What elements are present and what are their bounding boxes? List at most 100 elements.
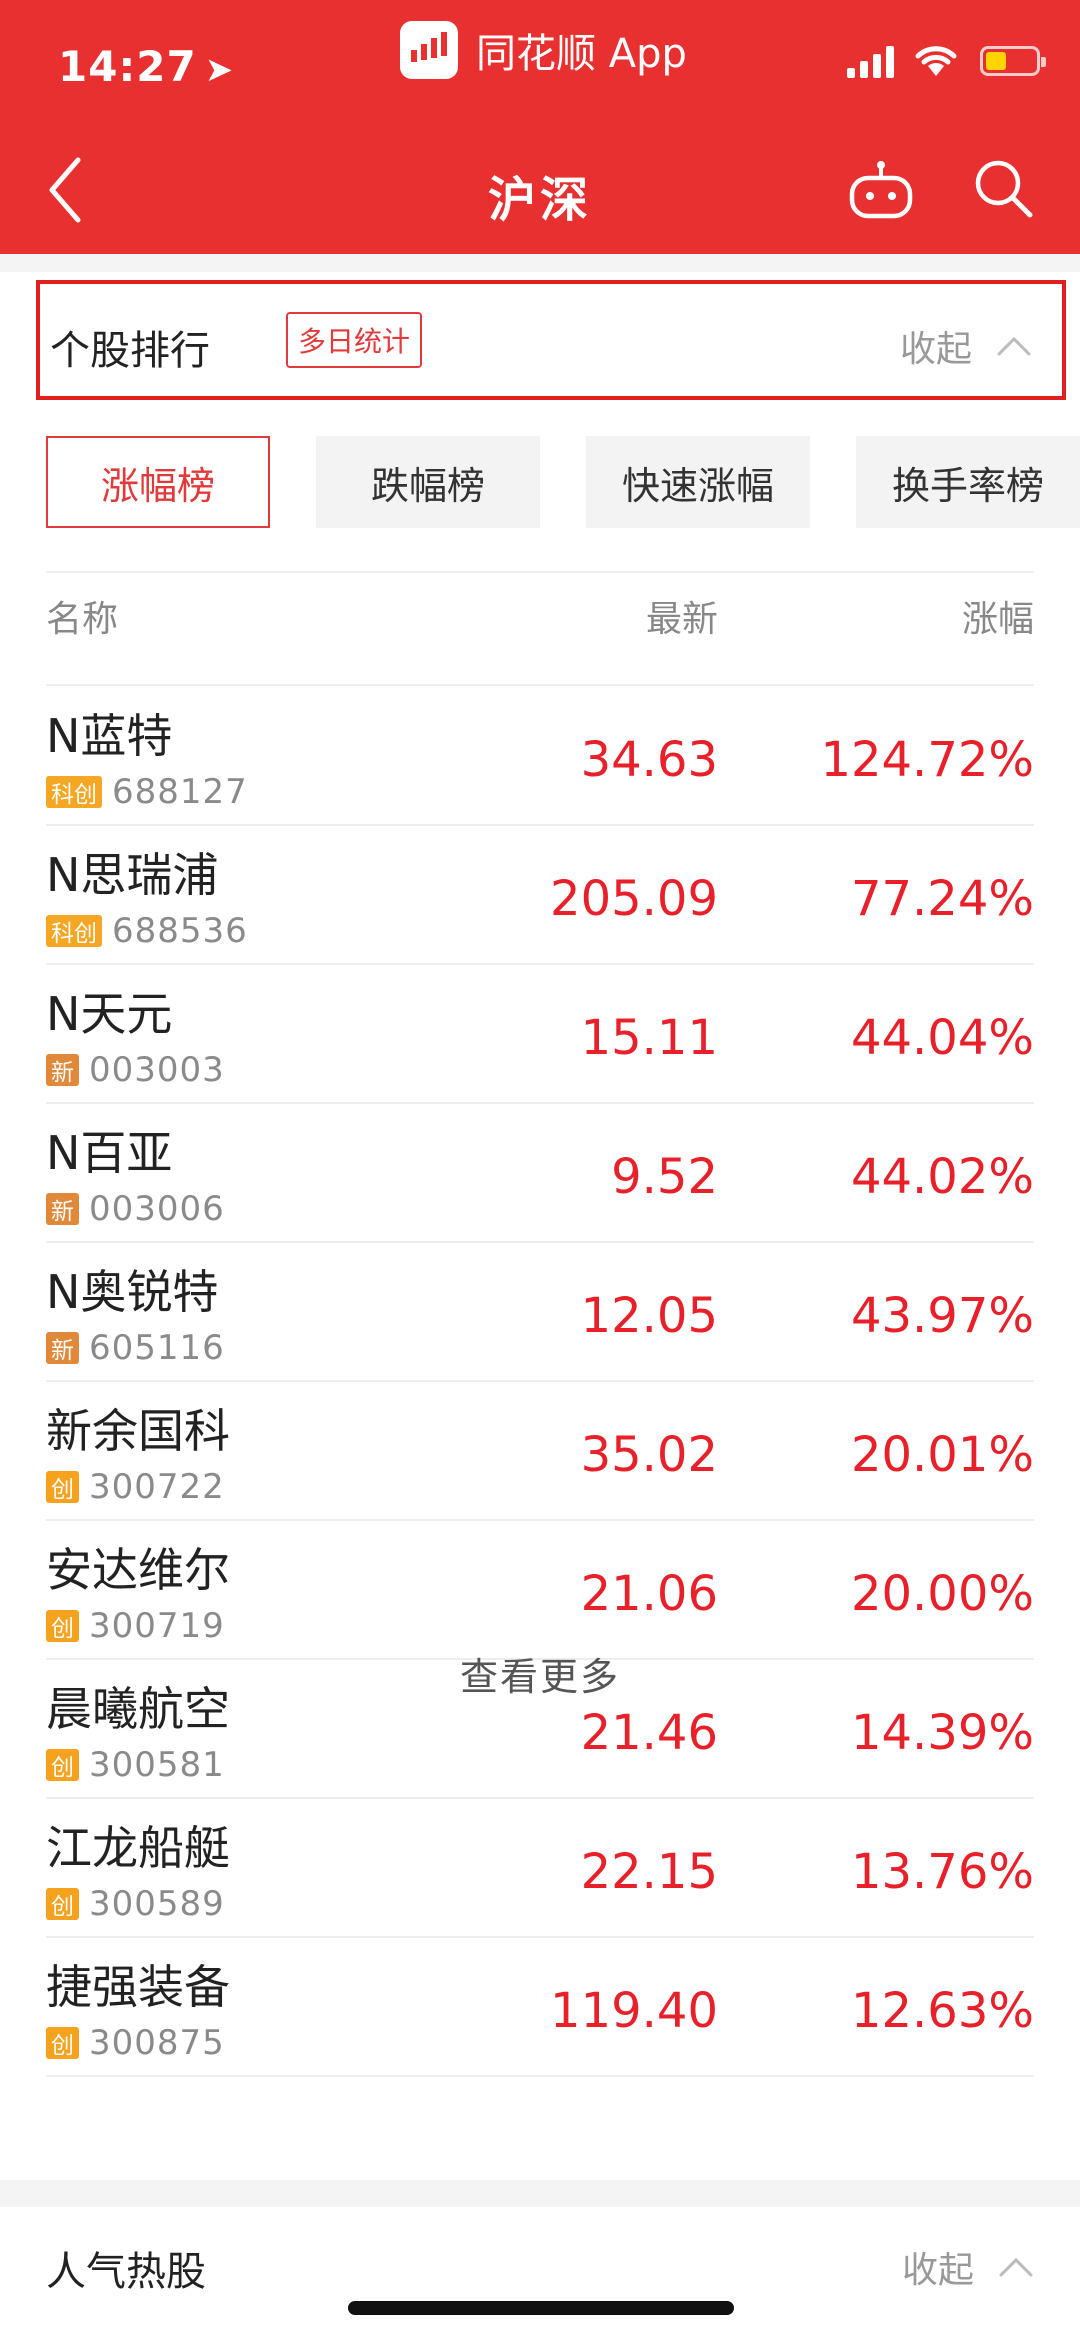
change-percent: 43.97%	[850, 1288, 1034, 1344]
stock-name: N蓝特	[46, 709, 173, 763]
stock-code: 300722	[89, 1467, 225, 1507]
battery-icon	[980, 46, 1046, 76]
stock-code: 688536	[112, 911, 248, 951]
location-arrow-icon: ➤	[204, 50, 235, 90]
column-name-header[interactable]: 名称	[46, 590, 118, 642]
wifi-icon	[915, 46, 957, 76]
stock-ranking-card: 个股排行 多日统计 收起 涨幅榜 跌幅榜 快速涨幅 换手率榜 名称 最新 涨幅 …	[0, 272, 1080, 2180]
market-tag: 新	[46, 1332, 79, 1364]
column-change-header[interactable]: 涨幅	[962, 590, 1034, 642]
stock-code: 300719	[89, 1606, 225, 1646]
latest-price: 34.63	[580, 732, 718, 788]
status-time: 14:27 ➤	[58, 42, 234, 91]
stock-code: 300589	[89, 1884, 225, 1924]
page-title: 沪深	[487, 172, 592, 228]
stock-meta: 创 300589	[46, 1884, 225, 1924]
tab-fast-rise[interactable]: 快速涨幅	[586, 436, 810, 528]
stock-name: N天元	[46, 987, 173, 1041]
change-percent: 20.01%	[850, 1427, 1034, 1483]
change-percent: 14.39%	[850, 1705, 1034, 1761]
change-percent: 20.00%	[850, 1566, 1034, 1622]
stock-code: 605116	[89, 1328, 225, 1368]
ranking-tabs: 涨幅榜 跌幅榜 快速涨幅 换手率榜	[46, 436, 1080, 528]
market-tag: 科创	[46, 776, 102, 808]
table-row[interactable]: N奥锐特新 605116 12.05 43.97%	[0, 1242, 1080, 1380]
change-percent: 44.04%	[850, 1010, 1034, 1066]
stock-name: N思瑞浦	[46, 848, 219, 902]
table-row[interactable]: 江龙船艇创 300589 22.15 13.76%	[0, 1798, 1080, 1936]
robot-assistant-icon[interactable]	[848, 160, 914, 220]
status-time-text: 14:27	[58, 42, 197, 91]
stock-code: 003003	[89, 1050, 225, 1090]
view-more-button[interactable]: 查看更多	[0, 1646, 1080, 1701]
latest-price: 22.15	[580, 1844, 718, 1900]
change-percent: 12.63%	[850, 1983, 1034, 2039]
signal-icon	[847, 44, 894, 78]
column-latest-header[interactable]: 最新	[646, 590, 718, 642]
market-tag: 创	[46, 1749, 79, 1781]
stock-meta: 科创 688536	[46, 911, 248, 951]
change-percent: 44.02%	[850, 1149, 1034, 1205]
market-tag: 创	[46, 1471, 79, 1503]
row-divider	[46, 2075, 1034, 2077]
stock-name: 安达维尔	[46, 1543, 230, 1597]
table-row[interactable]: 新余国科创 300722 35.02 20.01%	[0, 1381, 1080, 1519]
stock-meta: 新 003003	[46, 1050, 225, 1090]
stock-code: 003006	[89, 1189, 225, 1229]
market-tag: 创	[46, 1888, 79, 1920]
latest-price: 15.11	[580, 1010, 718, 1066]
tab-gainers[interactable]: 涨幅榜	[46, 436, 270, 528]
collapse-toggle[interactable]: 收起	[900, 320, 1032, 372]
app-header: 14:27 ➤ 同花顺 App 沪深	[0, 0, 1080, 254]
stock-code: 300581	[89, 1745, 225, 1785]
stock-meta: 创 300719	[46, 1606, 225, 1646]
chevron-up-icon	[997, 336, 1031, 356]
change-percent: 124.72%	[820, 732, 1034, 788]
table-row[interactable]: N百亚新 003006 9.52 44.02%	[0, 1103, 1080, 1241]
search-icon[interactable]	[970, 155, 1036, 221]
stock-meta: 创 300581	[46, 1745, 225, 1785]
divider	[46, 571, 1034, 573]
hot-stocks-section: 人气热股 收起	[0, 2207, 1080, 2339]
section-title: 个股排行	[50, 328, 210, 374]
tab-losers[interactable]: 跌幅榜	[316, 436, 540, 528]
app-switcher[interactable]: 同花顺 App	[400, 18, 687, 82]
stock-name: 捷强装备	[46, 1960, 230, 2014]
stock-code: 300875	[89, 2023, 225, 2063]
stock-meta: 创 300722	[46, 1467, 225, 1507]
section-header: 个股排行 多日统计 收起	[36, 280, 1066, 400]
change-percent: 13.76%	[850, 1844, 1034, 1900]
home-indicator	[348, 2301, 734, 2315]
stock-meta: 创 300875	[46, 2023, 225, 2063]
collapse-label: 收起	[901, 2250, 974, 2291]
latest-price: 205.09	[550, 871, 718, 927]
market-tag: 科创	[46, 915, 102, 947]
collapse-label: 收起	[899, 329, 972, 370]
latest-price: 9.52	[611, 1149, 718, 1205]
table-row[interactable]: N蓝特科创 688127 34.63 124.72%	[0, 686, 1080, 824]
multi-day-stats-button[interactable]: 多日统计	[286, 312, 423, 368]
latest-price: 119.40	[550, 1983, 718, 2039]
status-icons	[847, 44, 1046, 78]
stock-meta: 新 003006	[46, 1189, 225, 1229]
chevron-up-icon	[999, 2257, 1033, 2277]
table-row[interactable]: 安达维尔创 300719 21.06 20.00%	[0, 1520, 1080, 1658]
app-name: 同花顺 App	[476, 31, 687, 77]
stock-name: N百亚	[46, 1126, 173, 1180]
app-logo-icon	[400, 21, 458, 79]
stock-meta: 新 605116	[46, 1328, 225, 1368]
hot-stocks-title: 人气热股	[46, 2249, 206, 2295]
market-tag: 新	[46, 1054, 79, 1086]
table-row[interactable]: 捷强装备创 300875 119.40 12.63%	[0, 1937, 1080, 2075]
market-tag: 创	[46, 2027, 79, 2059]
market-tag: 创	[46, 1610, 79, 1642]
stock-meta: 科创 688127	[46, 772, 248, 812]
stock-name: N奥锐特	[46, 1265, 219, 1319]
stock-name: 新余国科	[46, 1404, 230, 1458]
table-row[interactable]: N天元新 003003 15.11 44.04%	[0, 964, 1080, 1102]
latest-price: 12.05	[580, 1288, 718, 1344]
table-row[interactable]: N思瑞浦 科创 688536 205.09 77.24%	[0, 825, 1080, 963]
stock-name: 江龙船艇	[46, 1821, 230, 1875]
tab-turnover[interactable]: 换手率榜	[856, 436, 1080, 528]
hot-stocks-collapse-toggle[interactable]: 收起	[902, 2241, 1034, 2293]
